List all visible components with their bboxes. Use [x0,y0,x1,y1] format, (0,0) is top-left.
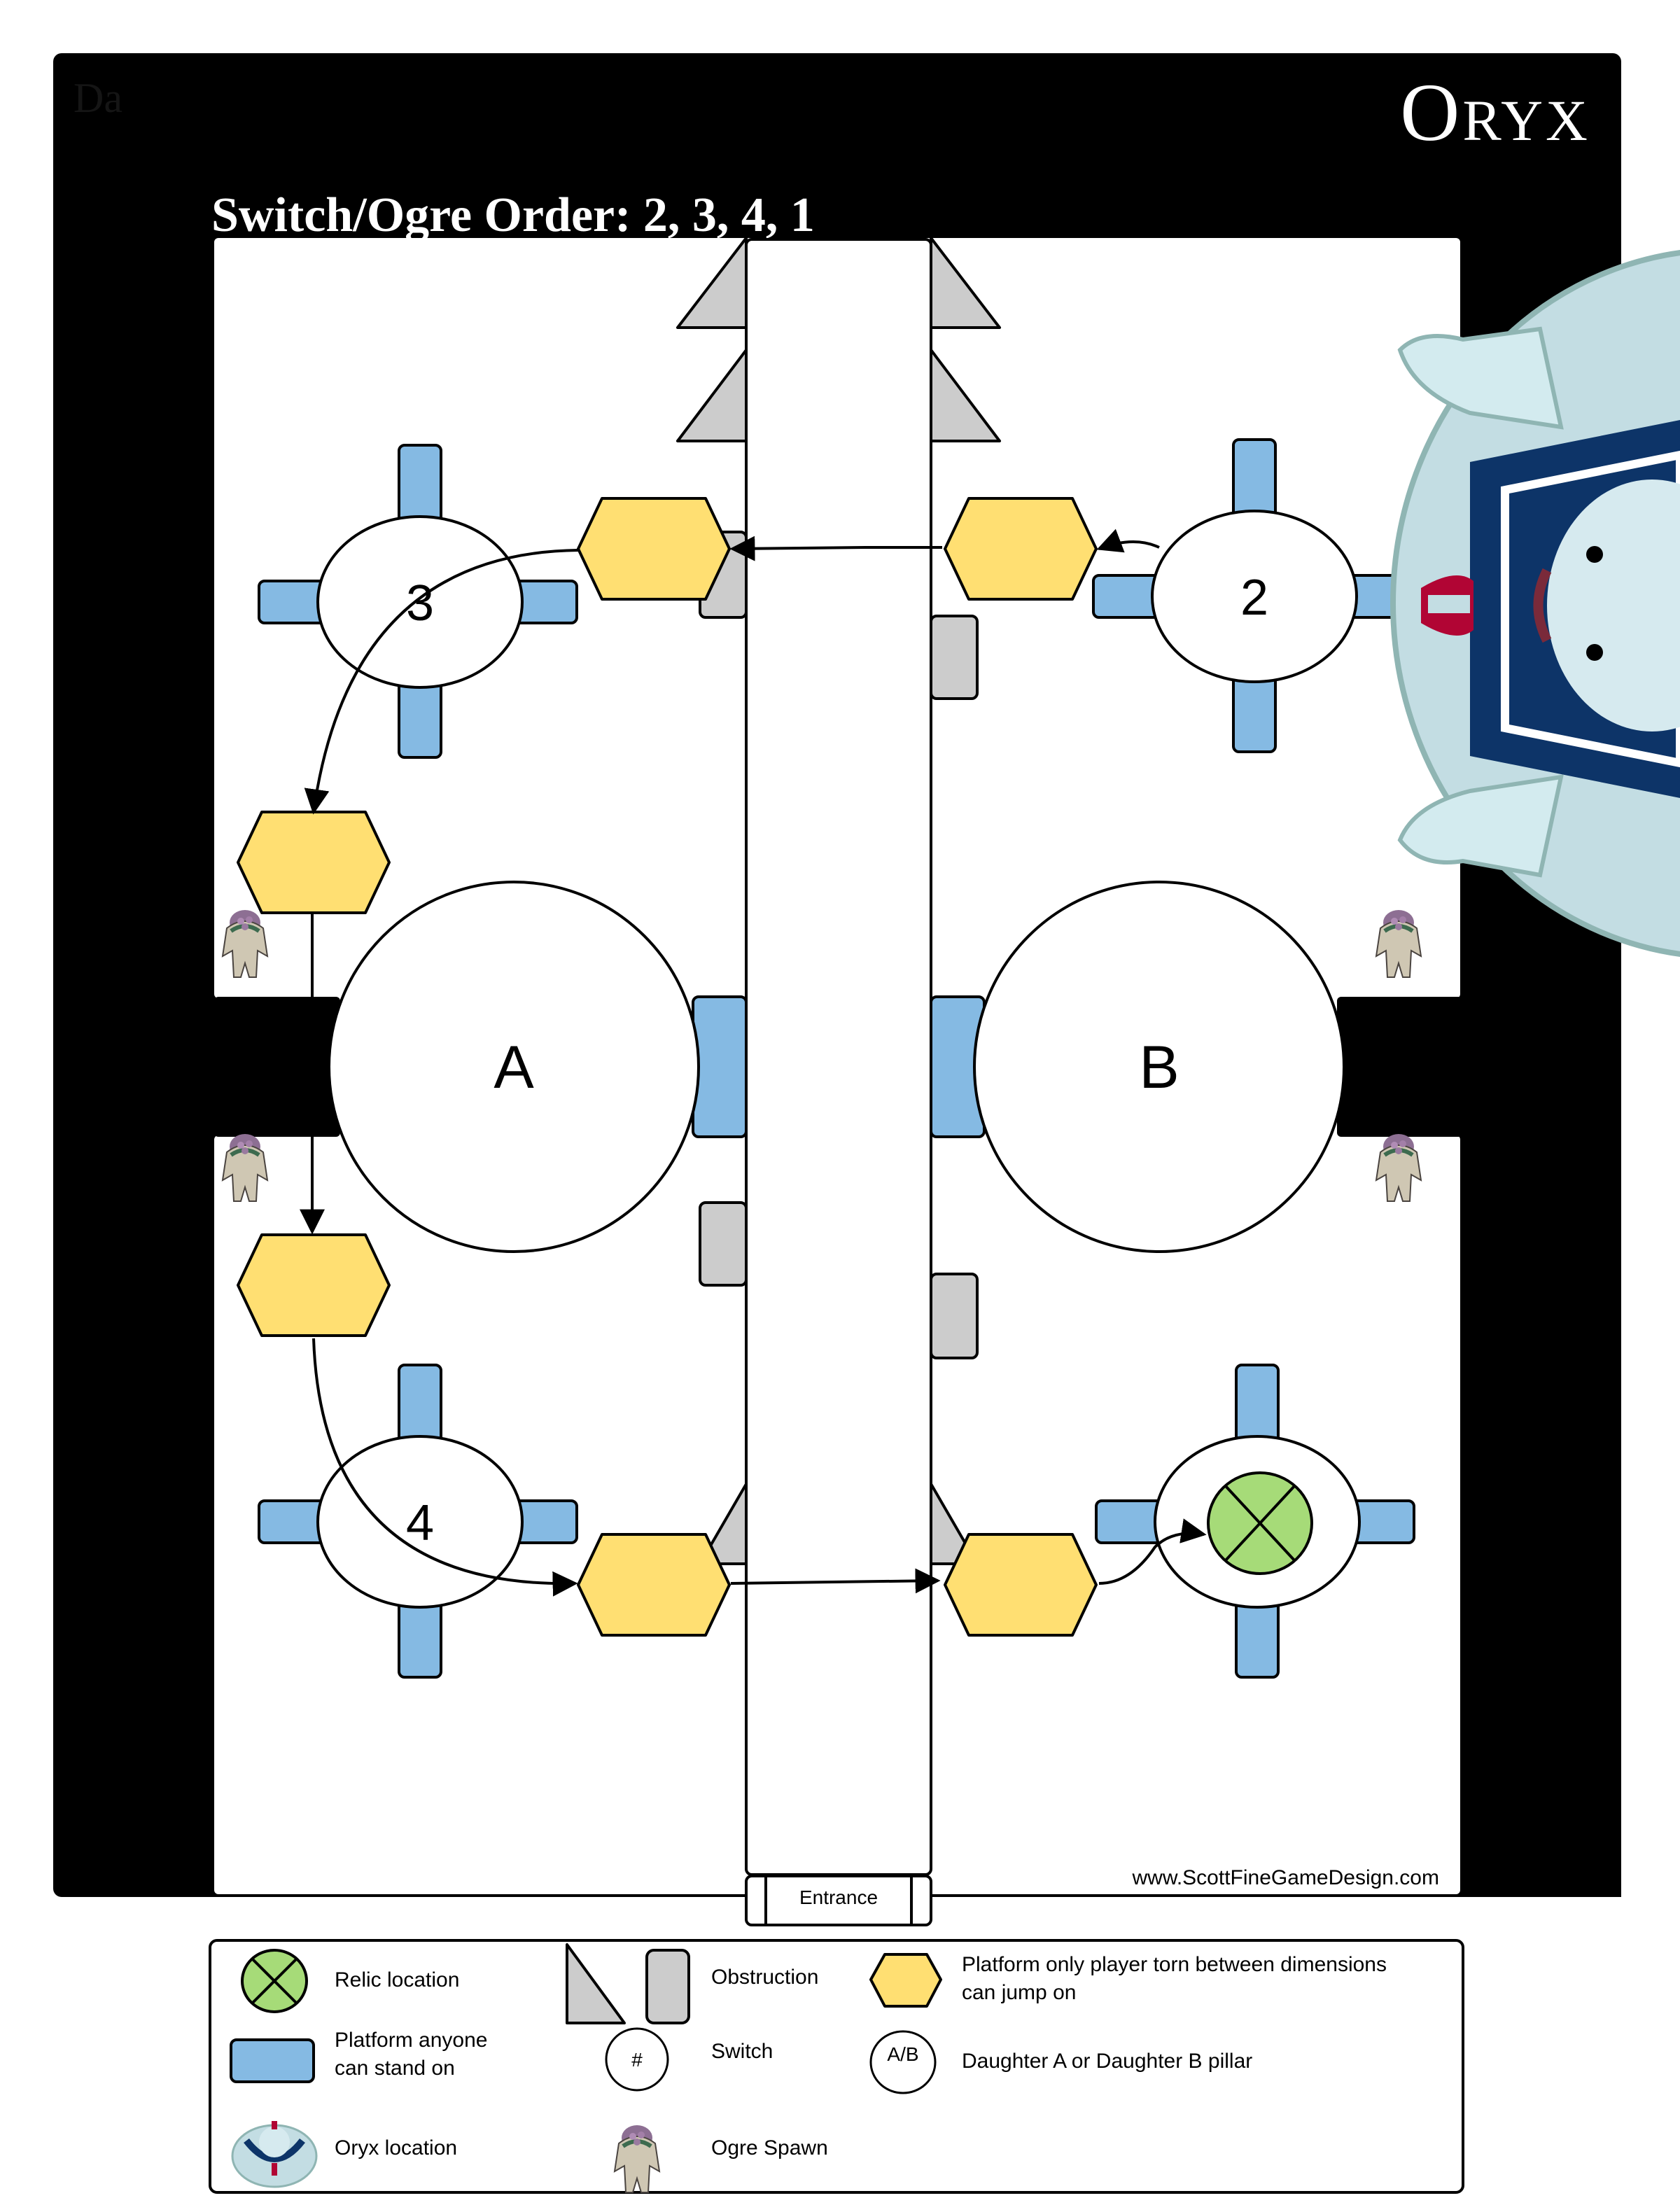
center-corridor [745,238,932,1876]
yellow-platform [237,1233,391,1337]
switch-label: 3 [406,575,434,631]
legend-label: Ogre Spawn [711,2136,828,2160]
yellow-platform [577,497,731,601]
relic-icon [241,1949,308,2013]
brand-title: Oryx [1400,66,1590,158]
legend-label: Platform anyone [335,2029,487,2052]
obstruction-block [930,1273,979,1359]
pillar-label: A [493,1034,534,1101]
legend-label: Daughter A or Daughter B pillar [962,2050,1252,2073]
relic-icon [1207,1471,1313,1575]
pillar-symbol: A/B [887,2043,918,2065]
legend-label: Platform only player torn between dimens… [962,1953,1387,1976]
blue-platform [692,995,748,1138]
pillar-B: B [973,881,1345,1253]
legend-label: can stand on [335,2057,455,2080]
legend: Relic location Obstruction Platform only… [209,1939,1464,2192]
entrance-label: Entrance [799,1886,878,1908]
yellow-platform-icon [869,1953,942,2008]
legend-label: Relic location [335,1968,459,1991]
raid-map: Da Oryx Switch/Ogre Order: 2, 3, 4, 1 En… [53,53,1680,2205]
oryx-location-icon [1390,250,1680,957]
obstruction-block-icon [645,1949,690,2024]
yellow-platform [944,497,1098,601]
pillar-label: B [1139,1034,1179,1101]
switch-label: 2 [1240,570,1268,626]
legend-label: Obstruction [711,1966,818,1989]
switch-label: 4 [406,1495,434,1551]
order-subtitle: Switch/Ogre Order: 2, 3, 4, 1 [211,188,815,242]
faint-label: Da [74,75,122,121]
yellow-platform [577,1533,731,1637]
obstruction-block [699,1201,748,1287]
legend-label: can jump on [962,1981,1076,2004]
legend-label: Switch [711,2040,773,2063]
bridge-right [1337,997,1463,1137]
blue-platform-icon [230,2038,315,2083]
bridge-left [214,997,340,1137]
obstruction-block [930,615,979,700]
route-arrow [729,536,942,561]
entrance[interactable]: Entrance [745,1875,932,1926]
pillar-A: A [328,881,700,1253]
yellow-platform [944,1533,1098,1637]
credit-link[interactable]: www.ScottFineGameDesign.com [1132,1866,1440,1889]
yellow-platform [237,811,391,914]
switch-symbol: # [631,2049,643,2071]
legend-label: Oryx location [335,2136,457,2160]
